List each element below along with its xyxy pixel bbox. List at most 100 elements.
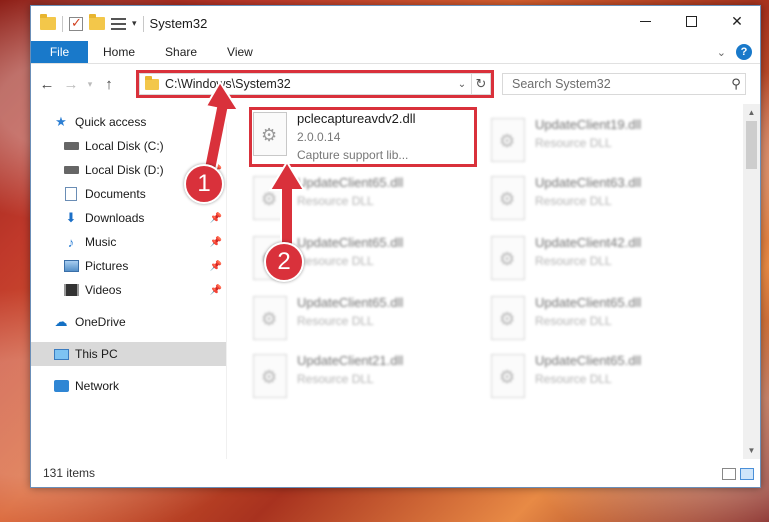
folder-icon <box>40 14 56 30</box>
file-type: Resource DLL <box>297 314 374 328</box>
customize-icon[interactable] <box>111 17 126 31</box>
minimize-button[interactable] <box>622 6 668 36</box>
sidebar-item-label: Videos <box>85 283 122 297</box>
toolbar-dropdown-icon[interactable]: ▾ <box>132 18 137 29</box>
file-item[interactable]: ⚙ UpdateClient19.dll Resource DLL <box>489 112 719 168</box>
dll-file-icon: ⚙ <box>253 296 287 340</box>
disk-icon <box>63 163 79 177</box>
search-input[interactable] <box>512 77 727 91</box>
gear-icon: ⚙ <box>261 309 278 329</box>
gear-icon: ⚙ <box>499 131 516 151</box>
music-icon: ♪ <box>67 234 75 250</box>
file-name: UpdateClient65.dll <box>297 235 404 250</box>
pin-icon[interactable]: 📌 <box>210 261 222 272</box>
main-content: ★ Quick access Local Disk (C:) 📌 Local D… <box>31 104 760 459</box>
sidebar-item-videos[interactable]: Videos 📌 <box>31 278 226 302</box>
sidebar-item-this-pc[interactable]: This PC <box>31 342 226 366</box>
pin-icon[interactable]: 📌 <box>210 237 222 248</box>
sidebar-item-music[interactable]: ♪ Music 📌 <box>31 230 226 254</box>
star-icon: ★ <box>55 114 67 129</box>
dll-file-icon: ⚙ <box>491 354 525 398</box>
file-name: UpdateClient21.dll <box>297 353 404 368</box>
file-item[interactable]: ⚙ UpdateClient21.dll Resource DLL <box>251 348 481 404</box>
up-arrow-icon[interactable]: ↑ <box>97 76 121 93</box>
sidebar-item-downloads[interactable]: ⬇ Downloads 📌 <box>31 206 226 230</box>
gear-icon: ⚙ <box>499 367 516 387</box>
cloud-icon: ☁ <box>54 314 68 329</box>
search-icon[interactable]: ⚲ <box>727 76 745 92</box>
window-controls: ✕ <box>622 6 760 36</box>
dll-file-icon: ⚙ <box>491 176 525 220</box>
close-button[interactable]: ✕ <box>714 6 760 36</box>
network-icon <box>53 379 69 393</box>
maximize-icon <box>685 15 697 27</box>
close-icon: ✕ <box>731 12 743 29</box>
properties-check-icon[interactable] <box>69 15 83 31</box>
search-box[interactable]: ⚲ <box>502 73 746 95</box>
pin-icon[interactable]: 📌 <box>210 285 222 296</box>
dll-file-icon: ⚙ <box>491 296 525 340</box>
new-folder-icon[interactable] <box>89 14 105 30</box>
scrollbar-thumb[interactable] <box>746 121 757 169</box>
pin-icon[interactable]: 📌 <box>210 213 222 224</box>
dll-file-icon: ⚙ <box>491 236 525 280</box>
computer-icon <box>53 347 69 361</box>
scroll-up-icon[interactable]: ▲ <box>743 104 760 121</box>
pictures-icon <box>63 259 79 273</box>
sidebar-item-pictures[interactable]: Pictures 📌 <box>31 254 226 278</box>
file-item[interactable]: ⚙ UpdateClient65.dll Resource DLL <box>489 290 719 346</box>
help-icon[interactable]: ? <box>736 44 752 60</box>
sidebar-item-label: Documents <box>85 187 146 201</box>
sidebar-item-label: Local Disk (C:) <box>85 139 164 153</box>
file-highlight-box <box>249 107 477 167</box>
file-item[interactable]: ⚙ UpdateClient65.dll Resource DLL <box>251 290 481 346</box>
ribbon-tabs: File Home Share View ⌄ ? <box>31 41 760 64</box>
quick-access-toolbar: ▾ <box>31 14 144 32</box>
item-count: 131 items <box>43 466 96 480</box>
ribbon-controls: ⌄ ? <box>717 44 752 60</box>
tab-file[interactable]: File <box>31 41 88 63</box>
tab-home[interactable]: Home <box>88 41 150 63</box>
file-item[interactable]: ⚙ UpdateClient42.dll Resource DLL <box>489 230 719 286</box>
file-name: UpdateClient65.dll <box>535 295 642 310</box>
disk-icon <box>63 139 79 153</box>
videos-icon <box>63 283 79 297</box>
tab-view[interactable]: View <box>212 41 268 63</box>
file-type: Resource DLL <box>535 372 612 386</box>
sidebar-item-label: Pictures <box>85 259 129 273</box>
details-view-icon[interactable] <box>722 468 736 480</box>
expand-ribbon-icon[interactable]: ⌄ <box>717 46 726 59</box>
toolbar-divider <box>62 15 63 32</box>
file-item[interactable]: ⚙ UpdateClient63.dll Resource DLL <box>489 170 719 226</box>
sidebar-item-label: Downloads <box>85 211 145 225</box>
file-list: ⚙ pclecaptureavdv2.dll 2.0.0.14 Capture … <box>227 104 760 459</box>
title-bar: ▾ System32 ✕ <box>31 6 760 41</box>
back-arrow-icon[interactable]: ← <box>35 76 59 93</box>
file-type: Resource DLL <box>535 314 612 328</box>
scroll-down-icon[interactable]: ▼ <box>743 442 760 459</box>
sidebar-item-onedrive[interactable]: ☁ OneDrive <box>31 310 226 334</box>
forward-arrow-icon[interactable]: → <box>59 76 83 93</box>
sidebar-item-label: Quick access <box>75 115 147 129</box>
maximize-button[interactable] <box>668 6 714 36</box>
vertical-scrollbar[interactable]: ▲ ▼ <box>743 104 760 459</box>
download-icon: ⬇ <box>65 210 77 225</box>
sidebar-item-network[interactable]: Network <box>31 374 226 398</box>
file-type: Resource DLL <box>535 254 612 268</box>
tiles-view-icon[interactable] <box>740 468 754 480</box>
file-type: Resource DLL <box>535 194 612 208</box>
file-name: UpdateClient19.dll <box>535 117 642 132</box>
file-name: UpdateClient65.dll <box>297 175 404 190</box>
view-switcher <box>722 468 754 480</box>
tab-share[interactable]: Share <box>150 41 212 63</box>
dll-file-icon: ⚙ <box>491 118 525 162</box>
file-explorer-window: ▾ System32 ✕ File Home Share View ⌄ ? ← … <box>30 5 761 488</box>
sidebar-item-label: Network <box>75 379 120 393</box>
file-type: Resource DLL <box>297 254 374 268</box>
file-type: Resource DLL <box>535 136 612 150</box>
file-name: UpdateClient42.dll <box>535 235 642 250</box>
recent-locations-icon[interactable]: ▾ <box>83 79 97 90</box>
sidebar-item-label: Local Disk (D:) <box>85 163 164 177</box>
document-icon <box>63 187 79 201</box>
file-item[interactable]: ⚙ UpdateClient65.dll Resource DLL <box>489 348 719 404</box>
